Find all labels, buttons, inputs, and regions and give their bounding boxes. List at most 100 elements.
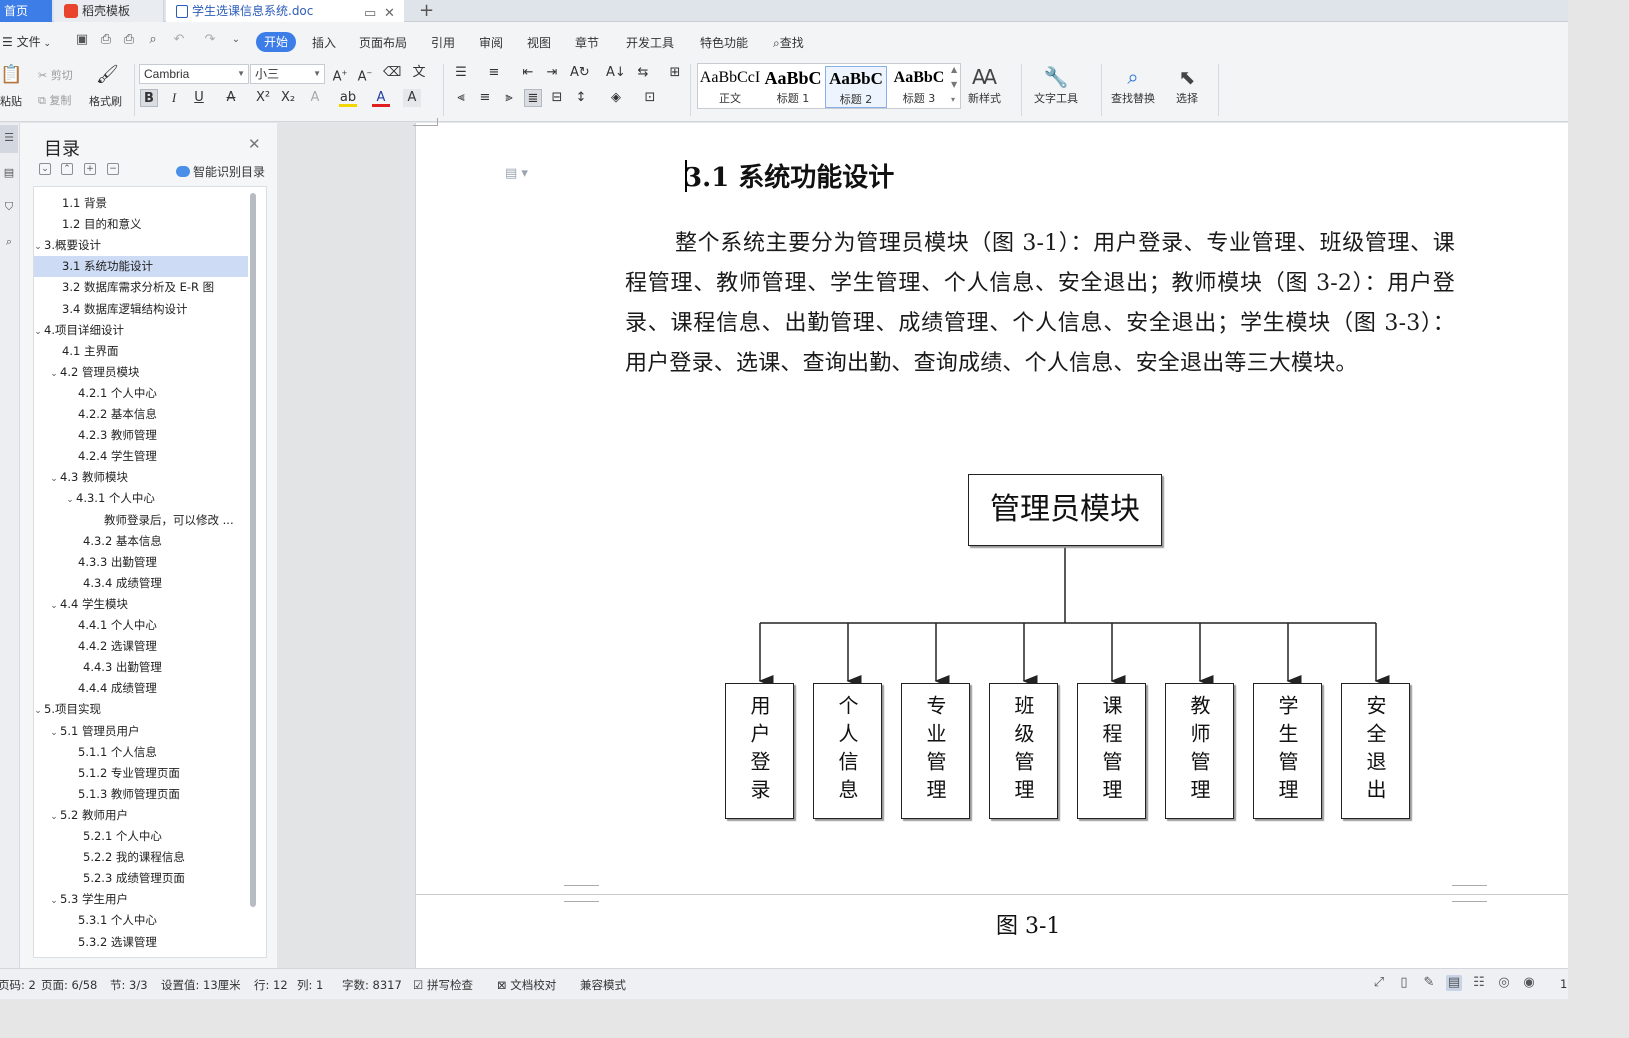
chevron-down-icon[interactable]: ⌄ xyxy=(48,364,60,383)
chevron-down-icon[interactable]: ⌄ xyxy=(34,237,44,256)
toc-item[interactable]: 4.2.4 学生管理 xyxy=(34,446,248,467)
menu-search[interactable]: ⌕查找 xyxy=(773,34,804,51)
toc-item[interactable]: 3.2 数据库需求分析及 E-R 图 xyxy=(34,277,248,298)
fullscreen-icon[interactable]: ⤢ xyxy=(1371,975,1387,991)
phonetic-guide-icon[interactable]: 文 xyxy=(410,64,428,82)
char-shading-button[interactable]: A xyxy=(403,89,421,107)
menu-view[interactable]: 视图 xyxy=(527,34,551,51)
chevron-down-icon[interactable]: ⌄ xyxy=(34,701,44,720)
redo-icon[interactable]: ↷ xyxy=(203,33,217,47)
toc-item[interactable]: 4.1 主界面 xyxy=(34,341,248,362)
doc-proof-button[interactable]: ⊠ 文档校对 xyxy=(497,977,556,993)
borders-icon[interactable]: ⊡ xyxy=(641,89,659,107)
toc-item[interactable]: ⌄ 5.1 管理员用户 xyxy=(34,721,248,742)
new-tab-button[interactable]: + xyxy=(419,0,434,22)
pen-icon[interactable]: ✎ xyxy=(1421,975,1437,991)
gallery-expand-icon[interactable]: ▾ xyxy=(951,95,955,104)
gallery-scroll-up-icon[interactable]: ▲ xyxy=(951,65,957,74)
close-icon[interactable]: ✕ xyxy=(248,135,261,153)
numbered-list-icon[interactable]: ≡ xyxy=(485,64,503,82)
status-word-count[interactable]: 字数: 8317 xyxy=(342,977,402,993)
toc-item[interactable]: ⌄ 4.3.1 个人中心 xyxy=(34,488,248,509)
toc-item[interactable]: 教师登录后，可以修改 ... xyxy=(34,510,248,531)
status-section[interactable]: 节: 3/3 xyxy=(110,977,148,993)
new-style-button[interactable]: Ꜳ 新样式 xyxy=(968,64,1001,106)
toc-item[interactable]: 4.2.1 个人中心 xyxy=(34,383,248,404)
toc-item[interactable]: 4.4.4 成绩管理 xyxy=(34,678,248,699)
format-painter-icon[interactable]: 🖌 xyxy=(96,66,119,84)
sort-icon[interactable]: A↓ xyxy=(606,64,626,82)
zoom-value[interactable]: 1 xyxy=(1560,977,1567,991)
chevron-down-icon[interactable]: ⌄ xyxy=(48,469,60,488)
tab-home[interactable]: 首页 xyxy=(0,0,52,22)
chevron-down-icon[interactable]: ⌄ xyxy=(48,891,60,910)
chevron-down-icon[interactable]: ⌄ xyxy=(48,596,60,615)
bookmark-icon[interactable]: ⛉ xyxy=(2,200,16,214)
toc-item[interactable]: 3.4 数据库逻辑结构设计 xyxy=(34,299,248,320)
reading-mode-icon[interactable]: ▯ xyxy=(1396,975,1412,991)
format-painter-button[interactable]: 格式刷 xyxy=(89,93,122,109)
toc-item[interactable]: 3.1 系统功能设计 xyxy=(34,256,248,278)
print-icon[interactable]: ⎙ xyxy=(122,33,136,47)
toc-item[interactable]: ⌄ 5.2 教师用户 xyxy=(34,805,248,826)
toc-item[interactable]: ⌄ 5.3 学生用户 xyxy=(34,889,248,910)
align-right-icon[interactable]: ⫸ xyxy=(500,89,518,107)
underline-button[interactable]: U xyxy=(190,89,208,107)
toc-item[interactable]: 5.2.1 个人中心 xyxy=(34,826,248,847)
status-page[interactable]: 页面: 6/58 xyxy=(41,977,97,993)
toc-item[interactable]: 4.2.2 基本信息 xyxy=(34,404,248,425)
toc-item[interactable]: ⌄ 4.2 管理员模块 xyxy=(34,362,248,383)
collapse-all-icon[interactable]: ⌃ xyxy=(61,163,73,175)
toc-item[interactable]: 5.3.1 个人中心 xyxy=(34,910,248,931)
shrink-font-icon[interactable]: A− xyxy=(356,64,374,84)
print-preview-icon[interactable]: ⎙ xyxy=(99,33,113,47)
toc-item[interactable]: ⌄ 4.项目详细设计 xyxy=(34,320,248,341)
outline-view-icon[interactable]: ☷ xyxy=(1471,975,1487,991)
table-icon[interactable]: ⊞ xyxy=(666,64,684,82)
cut-button[interactable]: ✂ 剪切 xyxy=(38,67,73,83)
toc-item[interactable]: 4.3.4 成绩管理 xyxy=(34,573,248,594)
text-tools-button[interactable]: 🔧 文字工具 xyxy=(1034,64,1078,106)
status-row[interactable]: 行: 12 xyxy=(254,977,288,993)
figure-caption[interactable]: 图 3-1 xyxy=(996,908,1060,940)
toc-item[interactable]: 1.2 目的和意义 xyxy=(34,214,248,235)
menu-special[interactable]: 特色功能 xyxy=(700,34,748,51)
style-heading-3[interactable]: AaBbC 标题 3 xyxy=(888,66,950,108)
grow-font-icon[interactable]: A+ xyxy=(331,64,349,84)
chevron-down-icon[interactable]: ⌄ xyxy=(34,322,44,341)
align-left-icon[interactable]: ⫷ xyxy=(452,89,470,107)
text-direction-icon[interactable]: A↻ xyxy=(570,64,590,82)
toc-item[interactable]: 5.2.2 我的课程信息 xyxy=(34,847,248,868)
toc-item[interactable]: 4.4.3 出勤管理 xyxy=(34,657,248,678)
page-view-icon[interactable]: ▤ xyxy=(1446,975,1462,991)
eye-protect-icon[interactable]: ◉ xyxy=(1521,975,1537,991)
find-replace-button[interactable]: ⌕ 查找替换 xyxy=(1111,64,1155,106)
strikethrough-button[interactable]: A xyxy=(222,89,240,107)
find-panel-icon[interactable]: ⌕ xyxy=(2,235,16,249)
menu-file[interactable]: ☰ 文件 ⌄ xyxy=(2,33,51,50)
toc-item[interactable]: ⌄ 5.项目实现 xyxy=(34,699,248,720)
toc-item[interactable]: ⌄ 4.4 学生模块 xyxy=(34,594,248,615)
expand-all-icon[interactable]: ⌄ xyxy=(39,163,51,175)
toc-item[interactable]: 5.1.1 个人信息 xyxy=(34,742,248,763)
align-center-icon[interactable]: ≡ xyxy=(476,89,494,107)
distribute-icon[interactable]: ⊟ xyxy=(548,89,566,107)
customize-chevron-icon[interactable]: ⌄ xyxy=(229,33,243,47)
menu-page-layout[interactable]: 页面布局 xyxy=(359,34,407,51)
increase-indent-icon[interactable]: ⇥ xyxy=(543,64,561,82)
menu-references[interactable]: 引用 xyxy=(431,34,455,51)
chevron-down-icon[interactable]: ⌄ xyxy=(48,723,60,742)
tab-document[interactable]: 学生选课信息系统.doc ▭ ✕ xyxy=(166,0,404,22)
decrease-indent-icon[interactable]: ⇤ xyxy=(519,64,537,82)
tab-templates[interactable]: 稻壳模板 xyxy=(54,0,164,22)
bullet-list-icon[interactable]: ☰ xyxy=(452,64,470,82)
toc-item[interactable]: ⌄ 3.概要设计 xyxy=(34,235,248,256)
undo-icon[interactable]: ↶ xyxy=(172,33,186,47)
paste-icon[interactable]: 📋 xyxy=(0,66,22,84)
paragraph-handle-icon[interactable]: ▤ ▾ xyxy=(505,166,528,181)
superscript-button[interactable]: X² xyxy=(254,89,272,107)
style-normal[interactable]: AaBbCcI 正文 xyxy=(699,66,761,108)
select-button[interactable]: ⬉ 选择 xyxy=(1176,64,1198,106)
clear-format-icon[interactable]: ⌫ xyxy=(383,64,401,82)
toc-item[interactable]: 4.4.2 选课管理 xyxy=(34,636,248,657)
